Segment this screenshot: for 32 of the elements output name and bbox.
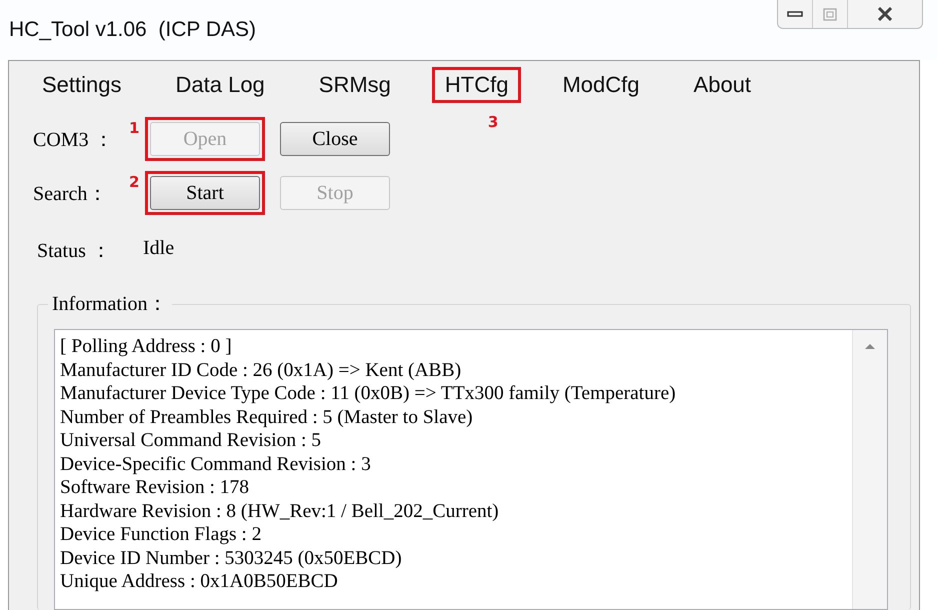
button[interactable]: Close	[280, 122, 390, 156]
menu-item[interactable]: Settings	[29, 67, 134, 103]
callout-number: 3	[488, 113, 500, 131]
callout-number: 1	[129, 119, 140, 137]
button[interactable]: Start	[150, 176, 260, 210]
menu-item[interactable]: HTCfg	[432, 67, 522, 103]
info-line: Device Function Flags : 2	[60, 523, 262, 546]
info-line: Manufacturer ID Code : 26 (0x1A) => Kent (ABB)	[60, 358, 462, 382]
maximize-icon	[823, 8, 837, 20]
minimize-icon	[787, 11, 803, 17]
info-line: Device-Specific Command Revision : 3	[60, 452, 372, 476]
info-line: Number of Preambles Required : 5 (Master to Slave)	[60, 406, 474, 429]
callout-number: 2	[129, 173, 140, 191]
menu-item[interactable]: Data Log	[162, 67, 278, 103]
info-line: Unique Address : 0x1A0B50EBCD	[60, 570, 339, 594]
info-line: [ Polling Address : 0 ]	[60, 335, 233, 358]
status-label: Status ：	[37, 239, 112, 264]
window-title: HC_Tool v1.06 (ICP DAS)	[9, 18, 256, 42]
scroll-up-icon[interactable]	[864, 342, 876, 350]
info-line: Manufacturer Device Type Code : 11 (0x0B) => TTx300 family (Temperature)	[60, 382, 677, 406]
info-line: Hardware Revision : 8 (HW_Rev:1 / Bell_202_Current)	[60, 500, 500, 523]
scrollbar[interactable]	[852, 330, 887, 609]
menu-item[interactable]: SRMsg	[306, 67, 404, 103]
menu-item[interactable]: ModCfg	[549, 67, 653, 103]
close-icon	[878, 7, 892, 21]
info-line: Software Revision : 178	[60, 476, 250, 500]
info-line: Device ID Number : 5303245 (0x50EBCD)	[60, 546, 403, 570]
menu-item[interactable]: About	[680, 67, 764, 103]
status-value: Idle	[143, 237, 174, 261]
info-line: Universal Command Revision : 5	[60, 429, 322, 452]
row-label: COM3 ：	[33, 128, 115, 152]
row-label: Search：	[33, 182, 108, 206]
